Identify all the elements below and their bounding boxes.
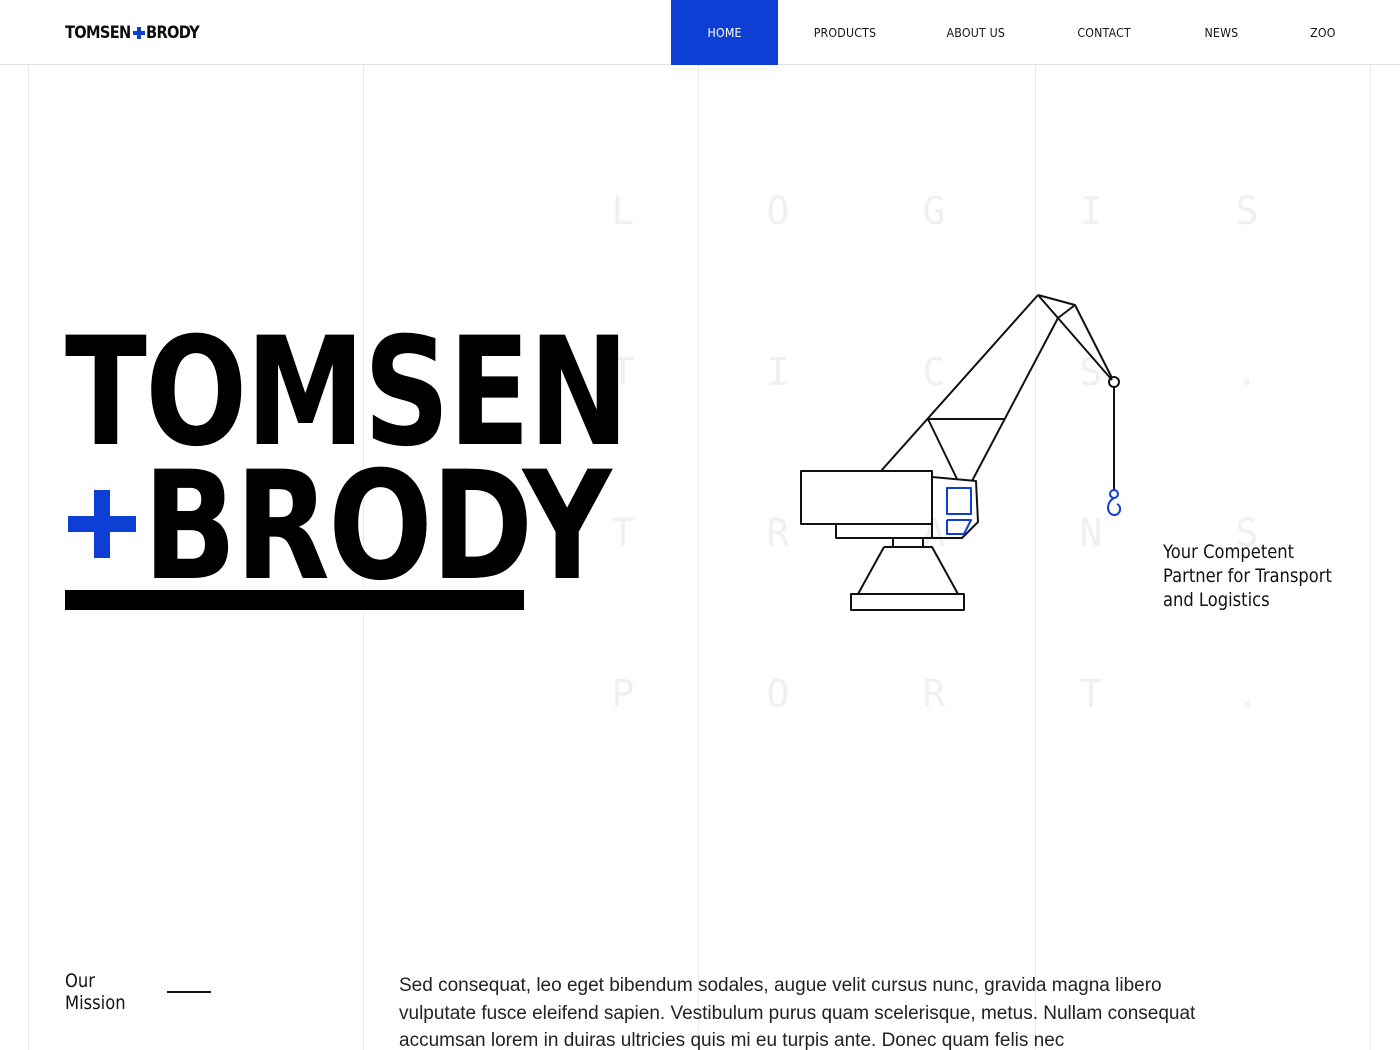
site-header: TOMSEN BRODY HOME PRODUCTS ABOUT US CONT… [0,0,1400,65]
nav-item-contact[interactable]: CONTACT [1066,0,1142,65]
column-guide [28,65,29,1050]
ghost-letter: I [1079,189,1103,233]
nav-item-label: ABOUT US [946,25,1006,40]
plus-icon [68,490,136,558]
nav-item-label: NEWS [1204,25,1238,40]
column-guide [1370,65,1371,1050]
ghost-letter: L [611,189,635,233]
nav-item-products[interactable]: PRODUCTS [800,0,890,65]
nav-item-label: HOME [707,25,742,40]
plus-icon [133,26,146,40]
tagline: Your Competent Partner for Transport and… [1163,541,1332,611]
column-guide [698,65,699,1050]
ghost-letter: . [1235,672,1259,716]
brand-name-left: TOMSEN [65,23,131,43]
mission-label: Our Mission [65,970,126,1014]
brand-name-right: BRODY [146,23,200,43]
ghost-letter: . [1235,350,1259,394]
nav-item-about-us[interactable]: ABOUT US [934,0,1018,65]
nav-item-news[interactable]: NEWS [1196,0,1246,65]
ghost-letter: S [1235,189,1259,233]
brand-logo-link[interactable]: TOMSEN BRODY [65,20,208,46]
ghost-letter: R [922,672,946,716]
nav-item-home[interactable]: HOME [671,0,778,65]
mission-heading: Our Mission [65,970,211,1014]
nav-item-label: CONTACT [1077,25,1131,40]
hero-title-line2: BRODY [143,440,612,614]
nav-item-zoo[interactable]: ZOO [1302,0,1344,65]
ghost-letter: T [1079,672,1103,716]
ghost-letter: O [766,672,790,716]
hero-underline-bar [65,590,524,610]
brand-logo: TOMSEN BRODY [65,23,208,43]
mission-dash [167,991,211,993]
ghost-letter: G [922,189,946,233]
crane-illustration-icon [800,294,1122,611]
nav-item-label: PRODUCTS [813,25,877,40]
ghost-letter: O [766,189,790,233]
ghost-letter: P [611,672,635,716]
mission-text: Sed consequat, leo eget bibendum sodales… [399,975,1196,1050]
nav-item-label: ZOO [1310,25,1336,40]
